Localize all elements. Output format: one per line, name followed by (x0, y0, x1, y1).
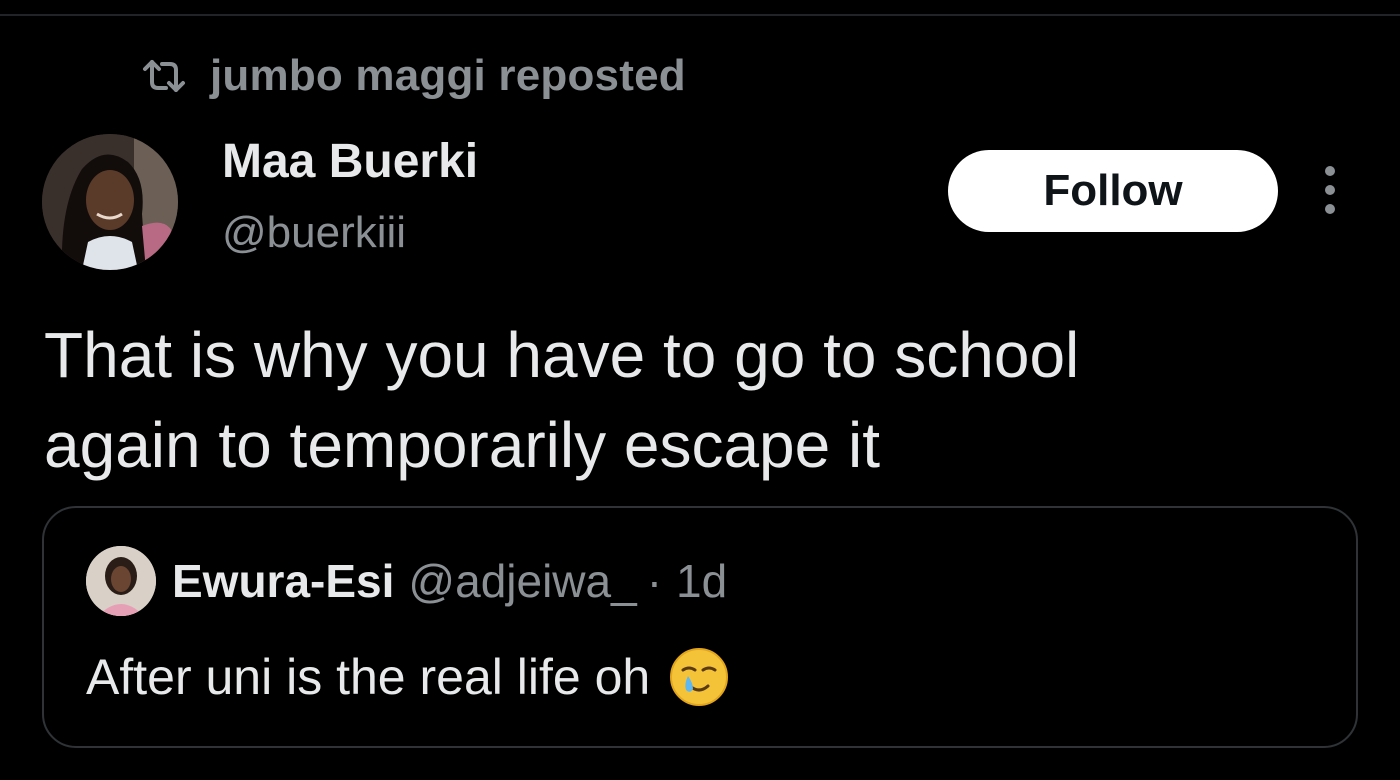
quoted-author-display-name[interactable]: Ewura-Esi (172, 554, 394, 608)
smiling-face-with-tear-emoji (668, 646, 730, 708)
top-divider (0, 14, 1400, 16)
author-avatar[interactable] (42, 134, 178, 270)
more-options-button[interactable] (1308, 160, 1352, 220)
author-display-name[interactable]: Maa Buerki (222, 134, 478, 189)
repost-context[interactable]: jumbo maggi reposted (140, 50, 686, 102)
repost-label: jumbo maggi reposted (210, 51, 686, 100)
quoted-tweet-text: After uni is the real life oh (86, 649, 651, 705)
separator-dot: · (646, 555, 663, 607)
quoted-author-handle[interactable]: @adjeiwa_ (408, 554, 636, 608)
follow-button[interactable]: Follow (948, 150, 1278, 232)
quoted-tweet-card[interactable]: Ewura-Esi @adjeiwa_ · 1d After uni is th… (42, 506, 1358, 748)
quoted-author-avatar[interactable] (86, 546, 156, 616)
more-vertical-icon (1323, 164, 1337, 216)
tweet-text: That is why you have to go to school aga… (44, 319, 1080, 481)
quoted-tweet-body: After uni is the real life oh (86, 646, 730, 708)
author-handle[interactable]: @buerkiii (222, 208, 406, 258)
quoted-tweet-header: Ewura-Esi @adjeiwa_ · 1d (172, 554, 727, 608)
repost-icon (140, 56, 188, 96)
quoted-tweet-timestamp[interactable]: 1d (676, 554, 727, 608)
